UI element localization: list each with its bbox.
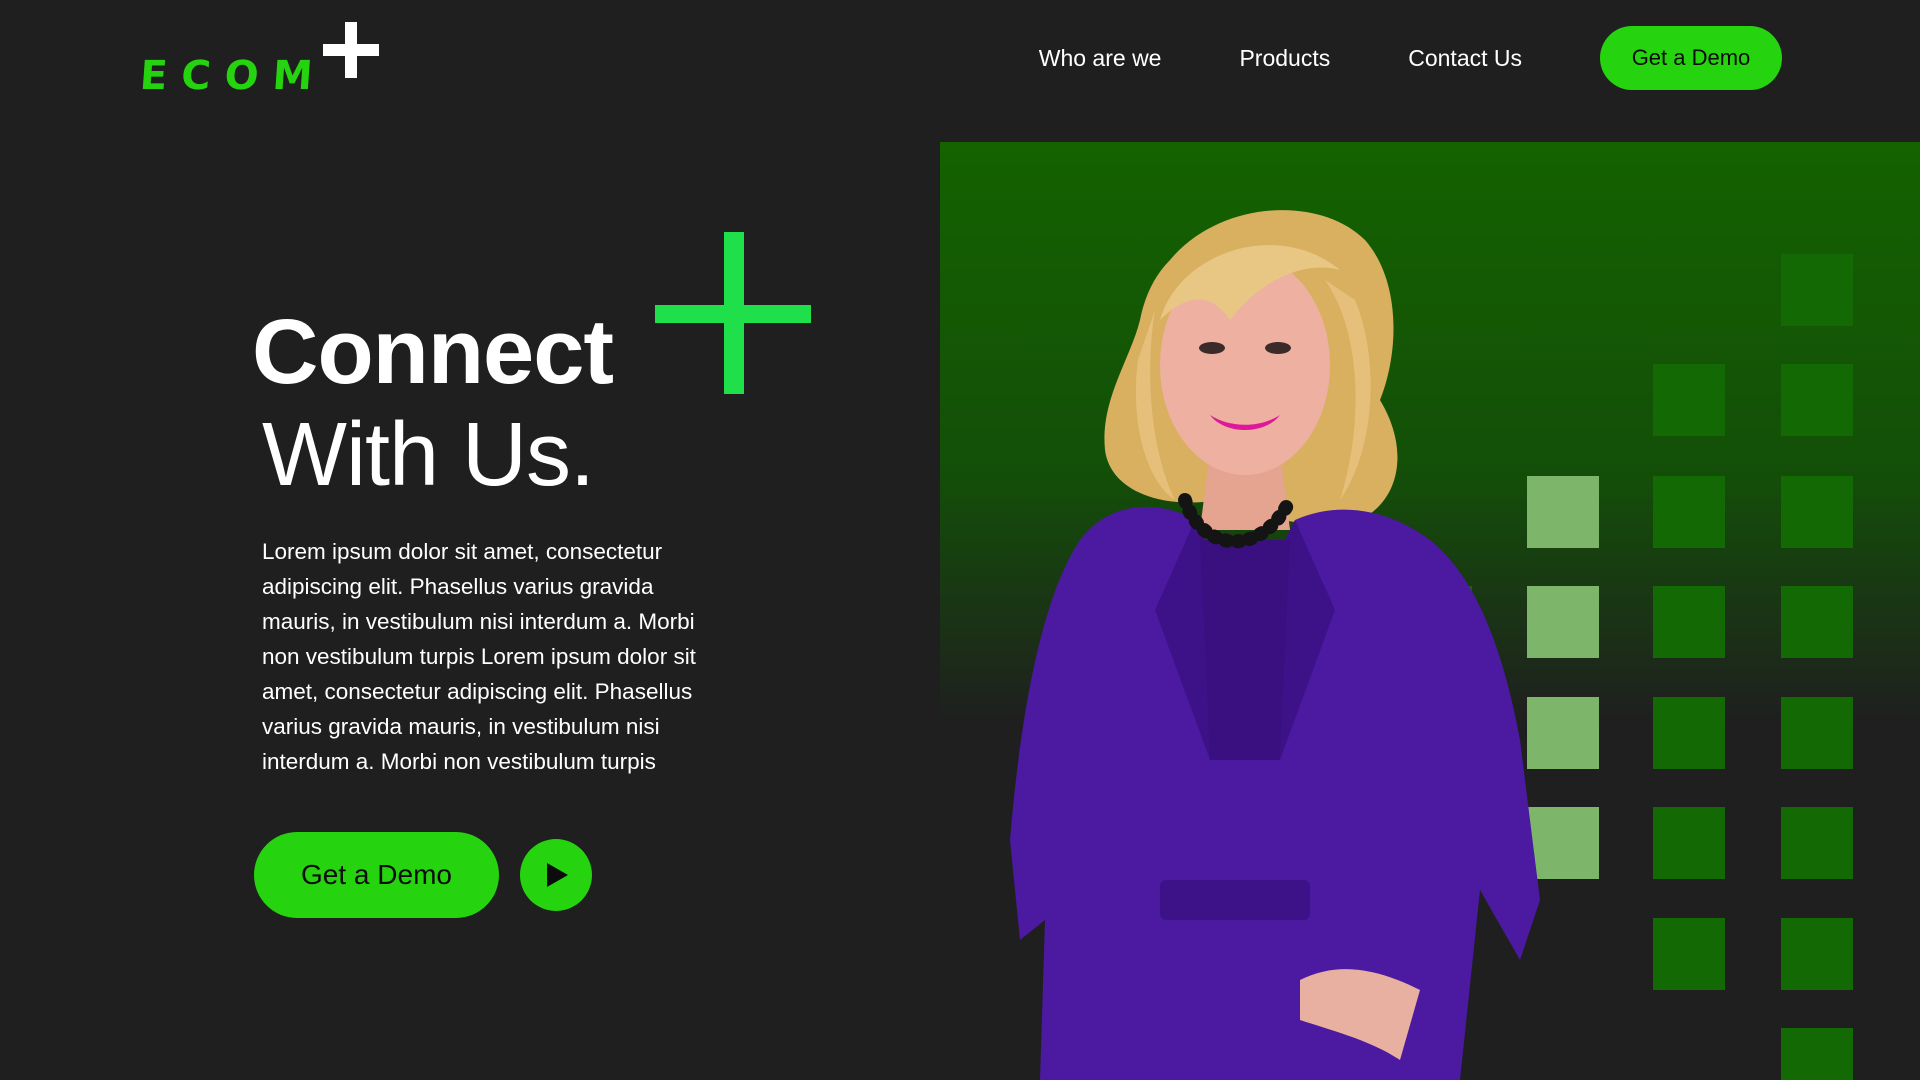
portrait-image [1010, 210, 1540, 1080]
play-icon [547, 863, 568, 887]
landing-page: ECOM Who are we Products Contact Us Get … [0, 0, 1920, 1080]
nav-get-a-demo-button[interactable]: Get a Demo [1600, 26, 1782, 90]
logo-text: ECOM [138, 53, 329, 99]
nav-link-products[interactable]: Products [1239, 45, 1330, 72]
top-navigation: Who are we Products Contact Us Get a Dem… [1039, 26, 1782, 90]
decor-square [1781, 807, 1853, 879]
nav-link-who-are-we[interactable]: Who are we [1039, 45, 1162, 72]
decor-square [1781, 364, 1853, 436]
decor-square [1653, 697, 1725, 769]
decor-square [1781, 586, 1853, 658]
decor-square [1653, 807, 1725, 879]
plus-icon [322, 22, 379, 78]
play-video-button[interactable] [520, 839, 592, 911]
nav-link-contact-us[interactable]: Contact Us [1408, 45, 1522, 72]
decor-square [1653, 586, 1725, 658]
decor-square [1653, 918, 1725, 990]
decor-square [1781, 697, 1853, 769]
hero-plus-icon [655, 232, 811, 394]
decor-square [1781, 254, 1853, 326]
decor-square [1781, 476, 1853, 548]
hero-headline-line1: Connect [252, 301, 614, 403]
decor-square [1653, 364, 1725, 436]
hero-description: Lorem ipsum dolor sit amet, consectetur … [262, 539, 696, 774]
decor-square [1781, 918, 1853, 990]
decor-square [1653, 476, 1725, 548]
decor-square [1781, 1028, 1853, 1080]
hero-get-a-demo-button[interactable]: Get a Demo [254, 832, 499, 918]
ecom-logo[interactable]: ECOM [138, 22, 379, 99]
hero-headline-line2: With Us. [262, 405, 595, 505]
